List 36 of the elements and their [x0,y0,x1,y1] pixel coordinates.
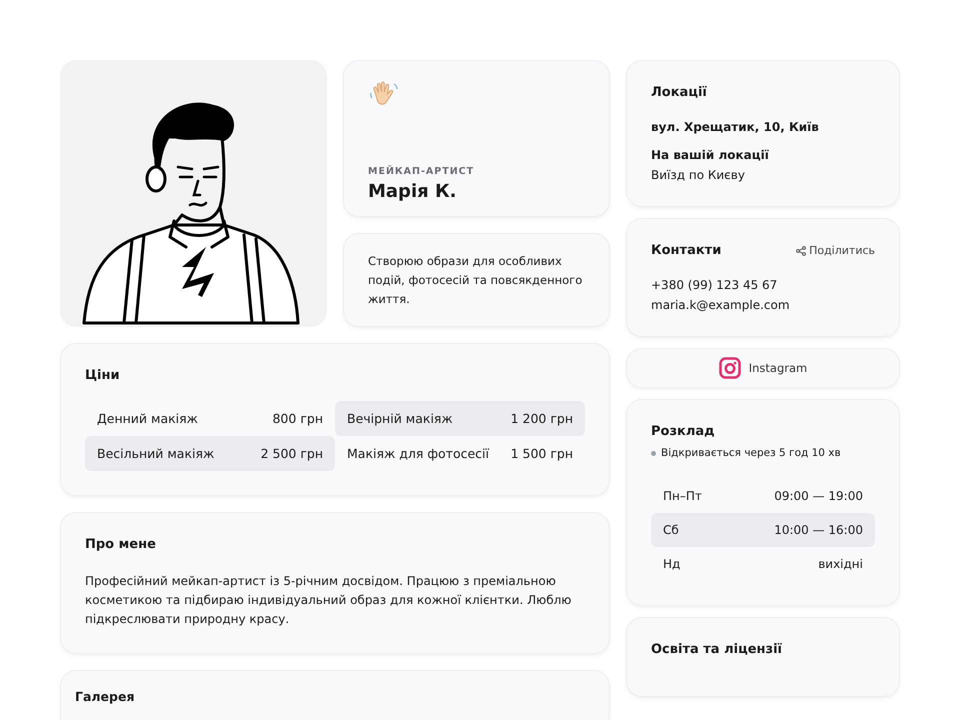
profile-role: МЕЙКАП-АРТИСТ [368,166,476,177]
schedule-day: Пн–Пт [663,489,702,503]
service-price: 2 500 грн [260,446,323,461]
locations-title: Локації [651,85,708,100]
mobile-service-title: На вашій локації [651,148,770,162]
status-dot [651,450,656,456]
instagram-icon [718,357,741,379]
schedule-hours: вихідні [818,557,863,571]
instagram-link[interactable]: Instagram [626,348,900,388]
contacts-title: Контакти [651,243,722,258]
schedule-hours: 09:00 — 19:00 [774,489,863,503]
service-price: 800 грн [272,411,323,426]
gallery-title: Галерея [75,689,136,704]
mobile-service-text: Виїзд по Києву [651,168,746,182]
schedule-hours: 10:00 — 16:00 [774,523,863,537]
service-name: Весільний макіяж [97,446,214,461]
service-price: 1 200 грн [510,411,573,426]
about-title: Про мене [85,537,157,552]
service-name: Денний макіяж [97,411,198,426]
intro-text: Створюю образи для особливих подій, фотосесій та повсякденного життя. [368,253,584,308]
service-name: Вечірній макіяж [347,411,453,426]
phone-number: +380 (99) 123 45 67 [651,278,778,292]
share-link[interactable]: Поділитись [796,244,875,257]
schedule-day: Нд [663,557,680,571]
profile-name: Марія К. [368,181,458,202]
schedule-title: Розклад [651,424,716,439]
email-address: maria.k@example.com [651,298,791,312]
service-name: Макіяж для фотосесії [347,446,489,461]
status-text: Відкривається через 5 год 10 хв [661,447,841,459]
prices-title: Ціни [85,368,121,383]
share-icon [796,246,806,256]
schedule-day: Сб [663,523,679,537]
education-title: Освіта та ліцензії [651,642,783,657]
address-text: вул. Хрещатик, 10, Київ [651,120,820,134]
about-text: Професійний мейкап-артист із 5-річним досвідом. Працюю з преміальною косметикою та підбираю індивідуальний образ для кожної клієнтки. Люблю підкреслювати природну красу. [85,573,572,628]
service-price: 1 500 грн [510,446,573,461]
